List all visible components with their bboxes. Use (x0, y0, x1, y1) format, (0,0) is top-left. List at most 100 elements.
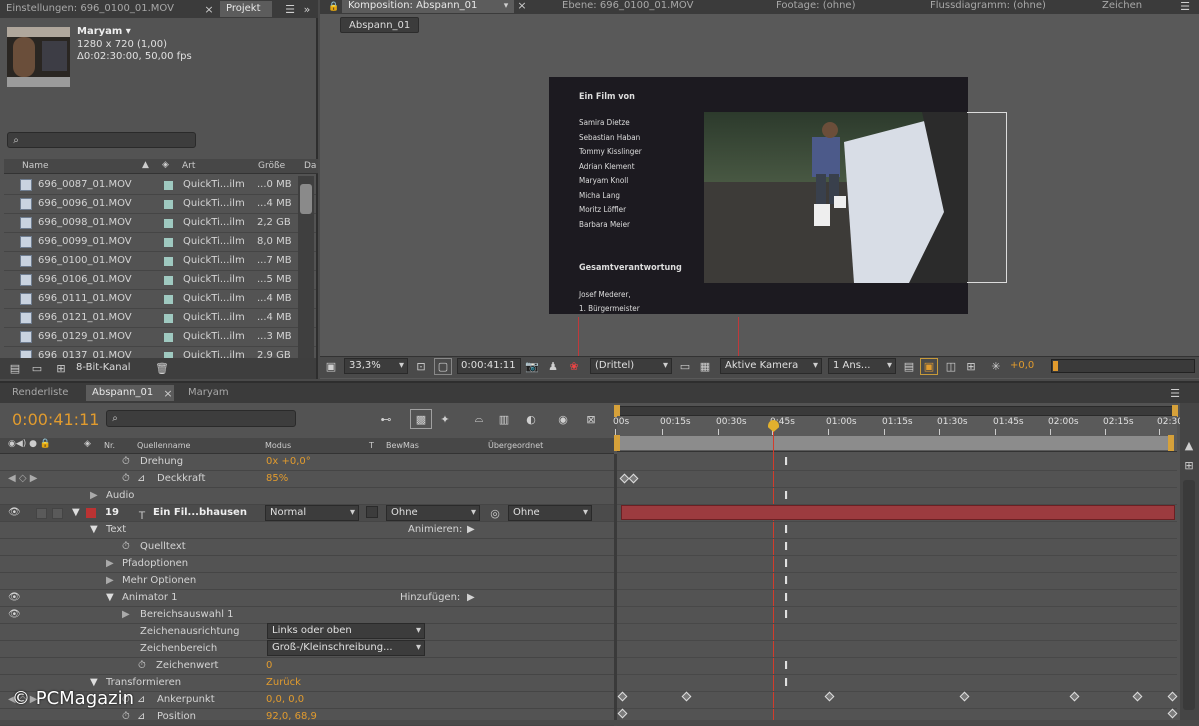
track-row[interactable] (617, 709, 1177, 726)
mask-toggle-icon[interactable]: ▢ (434, 358, 452, 375)
comp-tab-dropdown-icon[interactable]: ▾ (500, 0, 512, 12)
file-row[interactable]: 696_0100_01.MOV QuickTi...ilm ...7 MB (4, 252, 316, 271)
graph-icon[interactable]: ⊿ (137, 694, 145, 705)
position-value[interactable]: 92,0, 68,9 (266, 711, 317, 722)
file-row[interactable]: 696_0087_01.MOV QuickTi...ilm ...0 MB (4, 176, 316, 195)
pickwhip-icon[interactable]: ◎ (488, 505, 502, 521)
parent-dropdown[interactable]: Ohne (508, 505, 592, 521)
video-layer-image[interactable] (704, 112, 968, 283)
exposure-value[interactable]: +0,0 (1010, 360, 1034, 371)
draft-3d-icon[interactable]: ▩ (410, 409, 432, 429)
collapse-arrow-icon[interactable]: ▼ (72, 507, 80, 518)
col-source[interactable]: Quellenname (137, 441, 190, 450)
zoom-in-icon[interactable]: ▲ (1182, 438, 1196, 452)
region-of-interest-icon[interactable]: ▭ (678, 359, 692, 374)
add-menu-icon[interactable]: ▶ (467, 592, 475, 603)
project-search-input[interactable] (7, 132, 196, 148)
stopwatch-icon[interactable]: ⏱ (138, 660, 146, 671)
composition-mini-flowchart-icon[interactable]: ⊷ (372, 411, 400, 427)
panel-expand-icon[interactable]: » (300, 2, 314, 16)
comp-button-icon[interactable]: ⊞ (1182, 458, 1196, 472)
reset-exposure-icon[interactable]: ✳ (988, 359, 1004, 374)
add-label[interactable]: Hinzufügen: (400, 592, 460, 603)
file-row[interactable]: 696_0111_01.MOV QuickTi...ilm ...4 MB (4, 290, 316, 309)
tab-character[interactable]: Zeichen (1096, 0, 1156, 13)
timeline-scrollbar[interactable] (1183, 480, 1195, 710)
panel-menu-icon[interactable]: ☰ (1168, 386, 1182, 400)
label-color-swatch[interactable] (86, 508, 96, 518)
tab-settings[interactable]: Einstellungen: 696_0100_01.MOV (0, 1, 212, 17)
visibility-eye-icon[interactable]: 👁 (8, 507, 21, 518)
track-row[interactable] (617, 641, 1177, 658)
transparency-grid-icon[interactable]: ▦ (698, 359, 712, 374)
tab-composition[interactable]: Komposition: Abspann_01 (342, 0, 514, 13)
panel-menu-icon[interactable]: ☰ (1178, 0, 1192, 13)
hold-keyframe-icon[interactable]: I (784, 659, 788, 672)
track-row[interactable] (617, 590, 1177, 607)
new-folder-icon[interactable]: ▭ (30, 361, 44, 375)
char-align-dropdown[interactable]: Links oder oben (267, 623, 425, 639)
expand-arrow-icon[interactable]: ▶ (106, 558, 114, 569)
current-time-display[interactable]: 0:00:41:11 (457, 358, 521, 374)
tab-footage[interactable]: Footage: (ohne) (770, 0, 900, 13)
comp-frame[interactable]: Ein Film von Samira Dietze Sebastian Haba… (549, 77, 968, 314)
collapse-arrow-icon[interactable]: ▼ (90, 524, 98, 535)
tab-project[interactable]: Projekt (220, 1, 272, 17)
current-time[interactable]: 0:00:41:11 (12, 410, 99, 429)
graph-editor-icon[interactable]: ◉ (554, 411, 572, 427)
resolution-dropdown[interactable]: (Drittel) (590, 358, 672, 374)
stopwatch-icon[interactable]: ⏱ (122, 541, 130, 552)
time-ruler-range[interactable] (617, 436, 1173, 450)
track-row[interactable] (617, 607, 1177, 624)
anchor-value[interactable]: 0,0, 0,0 (266, 694, 304, 705)
visibility-eye-icon[interactable]: 👁 (8, 609, 21, 620)
comp-navigator-button[interactable]: Abspann_01 (340, 17, 420, 33)
layer-name[interactable]: Ein Fil...bhausen (153, 507, 247, 518)
always-preview-icon[interactable]: ▣ (324, 359, 338, 374)
stopwatch-active-icon[interactable]: ⏱ (122, 473, 130, 484)
col-mode[interactable]: Modus (265, 441, 291, 450)
graph-icon[interactable]: ⊿ (137, 473, 145, 484)
col-t[interactable]: T (369, 441, 374, 450)
track-row[interactable] (617, 692, 1177, 709)
col-type[interactable]: Art (182, 161, 195, 171)
shy-layers-icon[interactable]: ✦ (436, 411, 454, 427)
track-row[interactable] (617, 471, 1177, 488)
hold-keyframe-icon[interactable]: I (784, 574, 788, 587)
hold-keyframe-icon[interactable]: I (784, 608, 788, 621)
expand-arrow-icon[interactable]: ▶ (122, 609, 130, 620)
hold-keyframe-icon[interactable]: I (784, 489, 788, 502)
lock-icon[interactable]: 🔒 (328, 0, 340, 13)
tab-close-icon[interactable]: × (162, 386, 174, 400)
tab-close-icon[interactable]: × (203, 2, 215, 16)
expand-arrow-icon[interactable]: ▶ (90, 490, 98, 501)
rotation-value[interactable]: 0x +0,0° (266, 456, 311, 467)
hold-keyframe-icon[interactable]: I (784, 540, 788, 553)
bit-depth-label[interactable]: 8-Bit-Kanal (76, 362, 131, 373)
track-row[interactable] (617, 624, 1177, 641)
file-row[interactable]: 696_0096_01.MOV QuickTi...ilm ...4 MB (4, 195, 316, 214)
tab-layer[interactable]: Ebene: 696_0100_01.MOV (556, 0, 726, 13)
track-row[interactable] (617, 556, 1177, 573)
color-channels-icon[interactable]: ❀ (566, 359, 582, 374)
file-row[interactable]: 696_0129_01.MOV QuickTi...ilm ...3 MB (4, 328, 316, 347)
hold-keyframe-icon[interactable]: I (784, 557, 788, 570)
tab-flowchart[interactable]: Flussdiagramm: (ohne) (924, 0, 1084, 13)
animate-label[interactable]: Animieren: (408, 524, 462, 535)
opacity-value[interactable]: 85% (266, 473, 288, 484)
hold-keyframe-icon[interactable]: I (784, 455, 788, 468)
lock-box[interactable] (52, 508, 63, 519)
timeline-icon[interactable]: ◫ (944, 359, 958, 374)
tab-abspann[interactable]: Abspann_01 (86, 385, 174, 401)
graph-toggle-icon[interactable]: ⊠ (582, 411, 600, 427)
char-range-dropdown[interactable]: Groß-/Kleinschreibung... (267, 640, 425, 656)
camera-dropdown[interactable]: Aktive Kamera (720, 358, 822, 374)
file-row[interactable]: 696_0098_01.MOV QuickTi...ilm 2,2 GB (4, 214, 316, 233)
snapshot-icon[interactable]: 📷 (525, 359, 539, 374)
new-comp-icon[interactable]: ⊞ (54, 361, 68, 375)
track-row[interactable] (617, 522, 1177, 539)
hold-keyframe-icon[interactable]: I (784, 591, 788, 604)
exposure-slider[interactable] (1051, 359, 1195, 373)
views-dropdown[interactable]: 1 Ans... (828, 358, 896, 374)
motion-blur-icon[interactable]: ▥ (495, 411, 513, 427)
